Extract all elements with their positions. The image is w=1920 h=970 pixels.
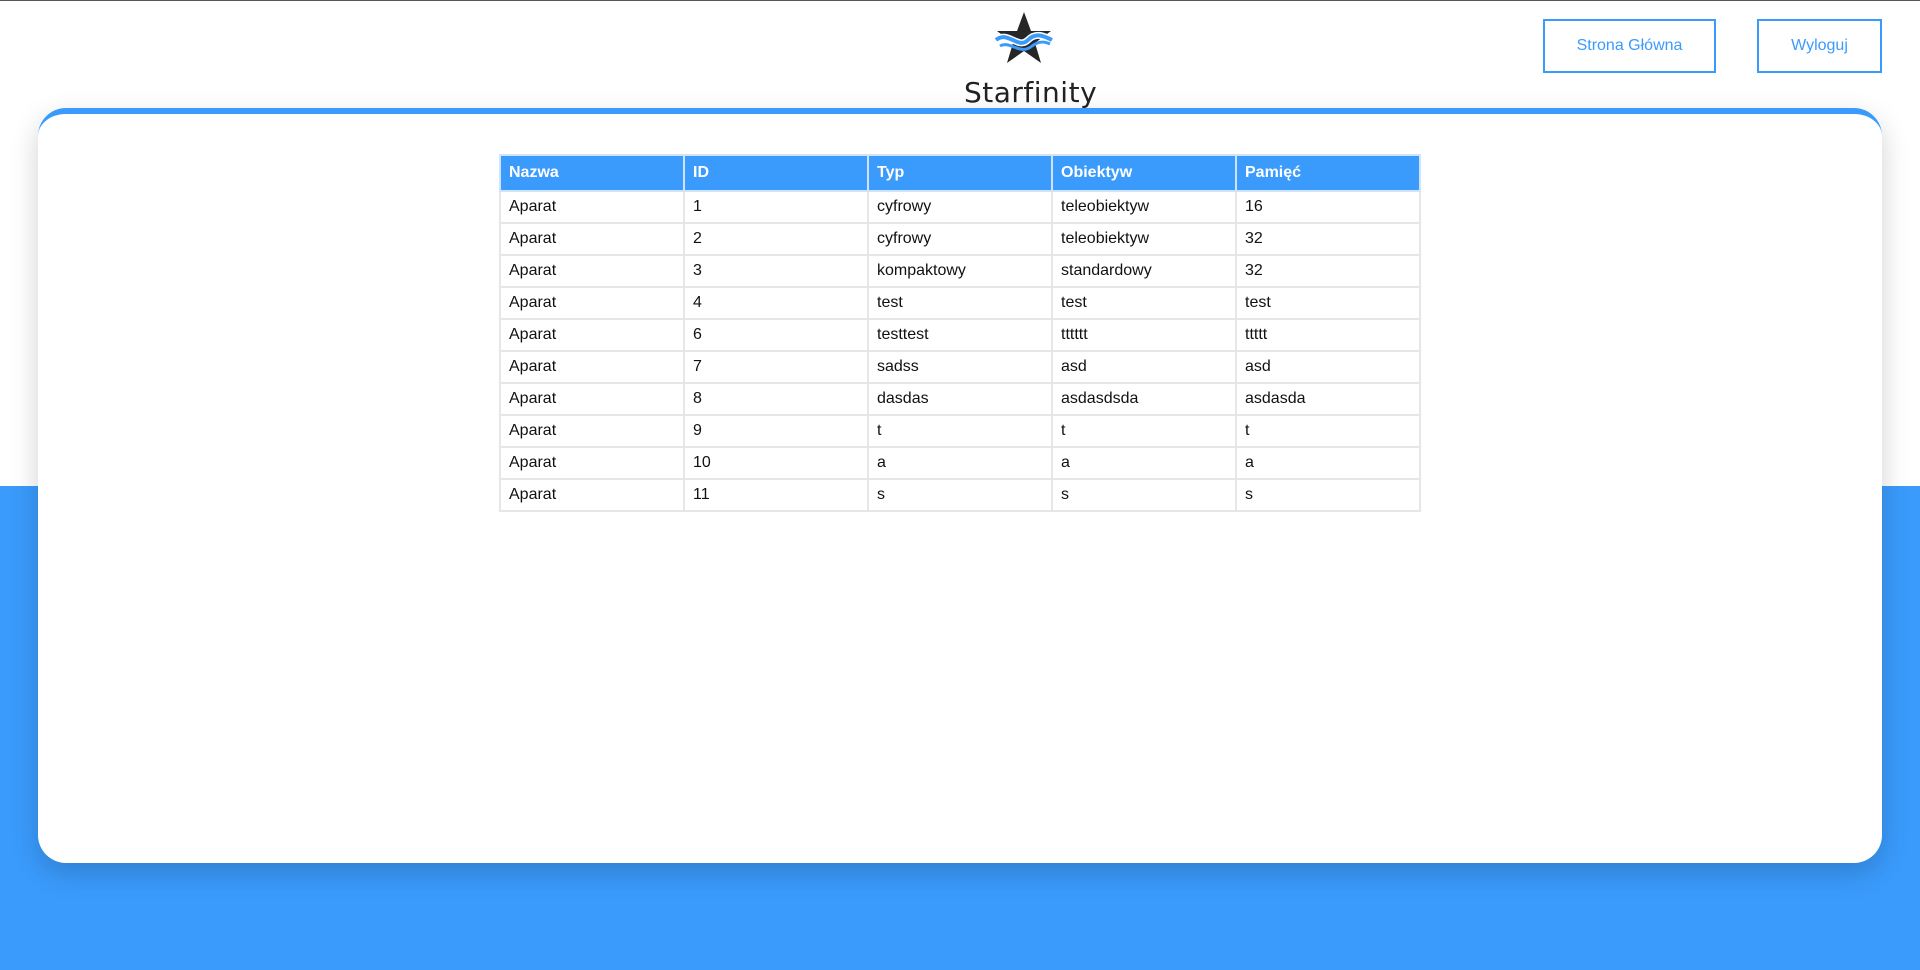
- table-cell: cyfrowy: [867, 222, 1053, 256]
- table-cell: Aparat: [499, 286, 685, 320]
- site-header: Starfinity Strona Główna Wyloguj: [0, 0, 1920, 110]
- brand-logo[interactable]: Starfinity: [964, 10, 1098, 109]
- table-cell: dasdas: [867, 382, 1053, 416]
- table-cell: t: [1051, 414, 1237, 448]
- table-row: Aparat 1 cyfrowy teleobiektyw 16: [499, 190, 1421, 224]
- column-header: Typ: [867, 154, 1053, 192]
- table-cell: test: [867, 286, 1053, 320]
- table-cell: 8: [683, 382, 869, 416]
- table-cell: 2: [683, 222, 869, 256]
- table-cell: 10: [683, 446, 869, 480]
- star-wave-logo-icon: [994, 12, 1054, 63]
- table-cell: 3: [683, 254, 869, 288]
- table-row: Aparat 6 testtest tttttt ttttt: [499, 318, 1421, 352]
- table-cell: Aparat: [499, 478, 685, 512]
- column-header: Obiektyw: [1051, 154, 1237, 192]
- table-row: Aparat 2 cyfrowy teleobiektyw 32: [499, 222, 1421, 256]
- table-cell: asd: [1235, 350, 1421, 384]
- table-cell: test: [1235, 286, 1421, 320]
- table-cell: Aparat: [499, 190, 685, 224]
- table-cell: 9: [683, 414, 869, 448]
- table-cell: sadss: [867, 350, 1053, 384]
- column-header: Nazwa: [499, 154, 685, 192]
- home-button[interactable]: Strona Główna: [1543, 19, 1716, 73]
- table-cell: Aparat: [499, 446, 685, 480]
- table-cell: asdasdsda: [1051, 382, 1237, 416]
- column-header: ID: [683, 154, 869, 192]
- table-cell: ttttt: [1235, 318, 1421, 352]
- table-cell: Aparat: [499, 414, 685, 448]
- table-cell: Aparat: [499, 222, 685, 256]
- table-row: Aparat 9 t t t: [499, 414, 1421, 448]
- table-cell: 1: [683, 190, 869, 224]
- table-cell: s: [867, 478, 1053, 512]
- column-header: Pamięć: [1235, 154, 1421, 192]
- table-cell: asdasda: [1235, 382, 1421, 416]
- table-cell: t: [1235, 414, 1421, 448]
- table-cell: teleobiektyw: [1051, 222, 1237, 256]
- table-cell: s: [1051, 478, 1237, 512]
- table-row: Aparat 7 sadss asd asd: [499, 350, 1421, 384]
- table-header-row: Nazwa ID Typ Obiektyw Pamięć: [499, 154, 1421, 192]
- table-row: Aparat 3 kompaktowy standardowy 32: [499, 254, 1421, 288]
- table-cell: tttttt: [1051, 318, 1237, 352]
- table-row: Aparat 8 dasdas asdasdsda asdasda: [499, 382, 1421, 416]
- table-cell: test: [1051, 286, 1237, 320]
- table-row: Aparat 4 test test test: [499, 286, 1421, 320]
- table-cell: Aparat: [499, 254, 685, 288]
- table-cell: s: [1235, 478, 1421, 512]
- table-cell: teleobiektyw: [1051, 190, 1237, 224]
- table-cell: a: [1051, 446, 1237, 480]
- table-cell: asd: [1051, 350, 1237, 384]
- table-cell: 7: [683, 350, 869, 384]
- table-cell: a: [867, 446, 1053, 480]
- table-cell: testtest: [867, 318, 1053, 352]
- brand-name: Starfinity: [964, 76, 1098, 109]
- table-cell: 11: [683, 478, 869, 512]
- table-row: Aparat 11 s s s: [499, 478, 1421, 512]
- table-cell: Aparat: [499, 382, 685, 416]
- table-row: Aparat 10 a a a: [499, 446, 1421, 480]
- table-cell: 32: [1235, 254, 1421, 288]
- table-cell: kompaktowy: [867, 254, 1053, 288]
- cameras-table: Nazwa ID Typ Obiektyw Pamięć Aparat 1 cy…: [499, 154, 1421, 512]
- table-cell: cyfrowy: [867, 190, 1053, 224]
- table-cell: 16: [1235, 190, 1421, 224]
- table-cell: a: [1235, 446, 1421, 480]
- table-cell: 4: [683, 286, 869, 320]
- table-cell: 6: [683, 318, 869, 352]
- table-cell: standardowy: [1051, 254, 1237, 288]
- table-cell: Aparat: [499, 318, 685, 352]
- content-card: Nazwa ID Typ Obiektyw Pamięć Aparat 1 cy…: [38, 108, 1882, 863]
- table-cell: Aparat: [499, 350, 685, 384]
- logout-button[interactable]: Wyloguj: [1757, 19, 1882, 73]
- table-cell: 32: [1235, 222, 1421, 256]
- table-cell: t: [867, 414, 1053, 448]
